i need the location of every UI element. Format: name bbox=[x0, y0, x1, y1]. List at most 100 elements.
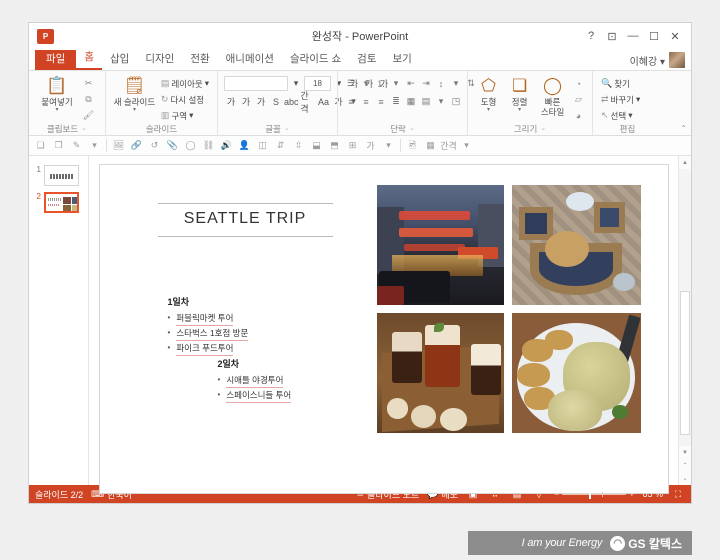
attach-icon[interactable]: 📎 bbox=[164, 138, 181, 154]
numbering-chevron-down-icon[interactable]: ▾ bbox=[389, 76, 403, 91]
new-slide-button[interactable]: 🗒 새 슬라이드 ▾ bbox=[112, 74, 157, 113]
merge-icon[interactable]: ⊞ bbox=[344, 138, 361, 154]
tab-transitions[interactable]: 전환 bbox=[182, 50, 217, 70]
paste-button[interactable]: 📋 붙여넣기 ▾ bbox=[35, 74, 79, 113]
slide-count-label[interactable]: 슬라이드 2/2 bbox=[35, 488, 83, 501]
pen-icon[interactable]: ✎ bbox=[68, 138, 85, 154]
link-icon[interactable]: 🔗 bbox=[128, 138, 145, 154]
scroll-up-icon[interactable]: ▲ bbox=[679, 156, 691, 169]
line-spacing-icon[interactable]: ↕ bbox=[434, 76, 448, 91]
picture-frame-icon[interactable]: 🖼 bbox=[110, 138, 127, 154]
text-tool-icon[interactable]: 가 bbox=[362, 138, 379, 154]
next-slide-icon[interactable]: ⌄ bbox=[679, 472, 691, 485]
italic-button[interactable]: 가 bbox=[239, 94, 253, 109]
circle-icon[interactable]: ◯ bbox=[182, 138, 199, 154]
tab-home[interactable]: 홈 bbox=[76, 48, 102, 70]
slide-thumbnail-selected[interactable] bbox=[44, 192, 79, 213]
quick-styles-button[interactable]: ◯ 빠른 스타일 bbox=[536, 74, 569, 117]
thumbnail-item-1[interactable]: 1 bbox=[29, 162, 88, 189]
cut-icon[interactable]: ✂ bbox=[81, 76, 96, 91]
rotate-left-icon[interactable]: ↺ bbox=[146, 138, 163, 154]
tab-slideshow[interactable]: 슬라이드 쇼 bbox=[282, 50, 349, 70]
slide-canvas[interactable]: SEATTLE TRIP 1일차 • 퍼블릭마켓 투어 • 스타벅스 1호점 방… bbox=[99, 164, 669, 494]
dialog-launcher-icon[interactable]: ⌄ bbox=[81, 123, 87, 135]
toolbar-chevron-down-icon[interactable]: ▾ bbox=[458, 138, 475, 154]
group-objects-icon[interactable]: ❏ bbox=[32, 138, 49, 154]
speaker-icon[interactable]: 🔊 bbox=[218, 138, 235, 154]
bullets-chevron-down-icon[interactable]: ▾ bbox=[359, 76, 373, 91]
avatar[interactable] bbox=[669, 52, 685, 68]
replace-button[interactable]: ⇄ 바꾸기 ▾ bbox=[599, 92, 642, 107]
arrange-button[interactable]: ❏ 정렬 ▾ bbox=[505, 74, 534, 113]
person-icon[interactable]: 👤 bbox=[236, 138, 253, 154]
tab-insert[interactable]: 삽입 bbox=[102, 50, 137, 70]
slide-title-placeholder[interactable]: SEATTLE TRIP bbox=[158, 203, 333, 237]
scrollbar-thumb[interactable] bbox=[680, 291, 690, 435]
strikethrough-button[interactable]: abc bbox=[284, 94, 298, 109]
fit-slide-to-window-icon[interactable]: ⛶ bbox=[671, 488, 685, 501]
align-text-chevron-down-icon[interactable]: ▾ bbox=[434, 94, 448, 109]
align-left-icon[interactable]: ≡ bbox=[344, 94, 358, 109]
photo-pike-place-market[interactable] bbox=[377, 185, 504, 305]
dialog-launcher-icon[interactable]: ⌄ bbox=[409, 123, 415, 135]
section-button[interactable]: ▥ 구역 ▾ bbox=[159, 108, 211, 123]
align-center-icon[interactable]: ≡ bbox=[359, 94, 373, 109]
tab-review[interactable]: 검토 bbox=[349, 50, 384, 70]
zoom-handle[interactable] bbox=[589, 490, 591, 499]
text-tool-chevron-down-icon[interactable]: ▾ bbox=[380, 138, 397, 154]
bullets-icon[interactable]: ☰ bbox=[344, 76, 358, 91]
slide-thumbnail-pane[interactable]: 1 2 bbox=[29, 156, 89, 485]
shapes-button[interactable]: ⬠ 도형 ▾ bbox=[474, 74, 503, 113]
shape-fill-icon[interactable]: ◔ bbox=[571, 76, 586, 91]
bring-forward-icon[interactable]: ⬓ bbox=[308, 138, 325, 154]
line-spacing-chevron-down-icon[interactable]: ▾ bbox=[449, 76, 463, 91]
scroll-down-icon[interactable]: ▼ bbox=[679, 446, 691, 459]
spacing-icon[interactable]: 간격 bbox=[440, 138, 457, 154]
find-button[interactable]: 🔍 찾기 bbox=[599, 76, 642, 91]
numbering-icon[interactable]: ⒈ bbox=[374, 76, 388, 91]
reset-button[interactable]: ↻ 다시 설정 bbox=[159, 92, 211, 107]
shape-outline-icon[interactable]: ▱ bbox=[571, 92, 586, 107]
table-icon[interactable]: ▦ bbox=[422, 138, 439, 154]
justify-icon[interactable]: ≣ bbox=[389, 94, 403, 109]
font-name-input[interactable] bbox=[224, 76, 288, 91]
layout-button[interactable]: ▤ 레이아웃 ▾ bbox=[159, 76, 211, 91]
slide-thumbnail[interactable] bbox=[44, 165, 79, 186]
collapse-ribbon-icon[interactable]: ⌃ bbox=[680, 124, 687, 133]
tab-design[interactable]: 디자인 bbox=[137, 50, 182, 70]
format-painter-icon[interactable]: 🖌 bbox=[81, 108, 96, 123]
dialog-launcher-icon[interactable]: ⌄ bbox=[284, 123, 290, 135]
dialog-launcher-icon[interactable]: ⌄ bbox=[540, 123, 546, 135]
photo-food-plate[interactable] bbox=[512, 313, 641, 433]
distribute-icon[interactable]: ⇳ bbox=[290, 138, 307, 154]
align-icon[interactable]: ◫ bbox=[254, 138, 271, 154]
align-text-icon[interactable]: ▤ bbox=[419, 94, 433, 109]
align-center-objects-icon[interactable]: ⇵ bbox=[272, 138, 289, 154]
convert-smartart-icon[interactable]: ◳ bbox=[449, 94, 463, 109]
send-backward-icon[interactable]: ⬒ bbox=[326, 138, 343, 154]
align-right-icon[interactable]: ≡ bbox=[374, 94, 388, 109]
user-account-area[interactable]: 이혜강 ▾ bbox=[630, 52, 691, 70]
tab-file[interactable]: 파일 bbox=[35, 50, 76, 70]
character-spacing-button[interactable]: 간격 bbox=[299, 94, 315, 109]
photo-iced-coffee-tray[interactable] bbox=[377, 313, 504, 433]
day2-text-block[interactable]: 2일차 • 시애틀 야경투어 • 스페이스니들 투어 bbox=[218, 357, 292, 403]
change-case-button[interactable]: Aa bbox=[317, 94, 331, 109]
slide-editing-area[interactable]: SEATTLE TRIP 1일차 • 퍼블릭마켓 투어 • 스타벅스 1호점 방… bbox=[89, 156, 678, 485]
day1-text-block[interactable]: 1일차 • 퍼블릭마켓 투어 • 스타벅스 1호점 방문 • 파이크 푸드투어 bbox=[168, 295, 249, 356]
photo-cafe-lounge[interactable] bbox=[512, 185, 641, 305]
tab-animations[interactable]: 애니메이션 bbox=[218, 50, 282, 70]
link2-icon[interactable]: ⛓ bbox=[200, 138, 217, 154]
tab-view[interactable]: 보기 bbox=[385, 50, 420, 70]
underline-button[interactable]: 가 bbox=[254, 94, 268, 109]
text-shadow-button[interactable]: S bbox=[269, 94, 283, 109]
zoom-track[interactable] bbox=[562, 494, 626, 495]
previous-slide-icon[interactable]: ⌃ bbox=[679, 459, 691, 472]
decrease-indent-icon[interactable]: ⇤ bbox=[404, 76, 418, 91]
image-insert-icon[interactable]: 🖻 bbox=[404, 138, 421, 154]
shape-effects-icon[interactable]: ◕ bbox=[571, 108, 586, 123]
increase-indent-icon[interactable]: ⇥ bbox=[419, 76, 433, 91]
vertical-scrollbar[interactable]: ▲ ▼ ⌃ ⌄ bbox=[678, 156, 691, 485]
copy-icon[interactable]: ⧉ bbox=[81, 92, 96, 107]
thumbnail-item-2[interactable]: 2 bbox=[29, 189, 88, 216]
